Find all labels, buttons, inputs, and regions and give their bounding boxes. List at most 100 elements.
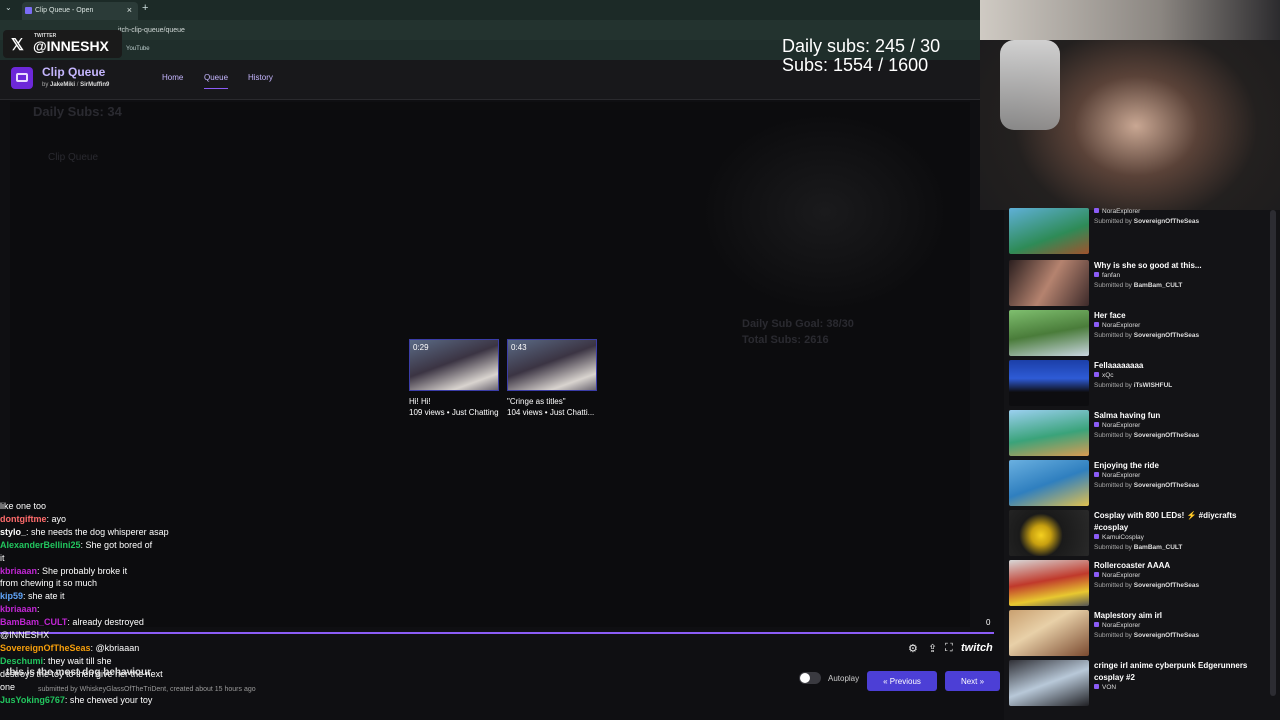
next-label: Next bbox=[960, 677, 978, 686]
autoplay-toggle[interactable] bbox=[799, 672, 821, 684]
by-label: by bbox=[42, 82, 49, 88]
clip-card[interactable]: 0:29 Hi! Hi! 109 views • Just Chatting bbox=[409, 339, 499, 417]
chat-text: : @kbriaaan bbox=[90, 642, 140, 653]
clip-meta: 109 views • Just Chatting bbox=[409, 408, 499, 417]
queue-thumbnail[interactable] bbox=[1009, 560, 1089, 606]
submitted-by-label: Submitted by bbox=[1094, 432, 1132, 439]
submitter-name: SovereignOfTheSeas bbox=[1133, 482, 1200, 489]
chat-username[interactable]: BamBam_CULT bbox=[0, 617, 67, 627]
submitter-name: SovereignOfTheSeas bbox=[1133, 432, 1200, 439]
share-icon[interactable]: ⇪ bbox=[928, 642, 937, 655]
close-tab-icon[interactable]: × bbox=[127, 5, 132, 15]
sidebar-scrollbar[interactable] bbox=[1270, 210, 1276, 696]
queue-item[interactable]: Cosplay with 800 LEDs! ⚡ #diycrafts #cos… bbox=[1009, 510, 1269, 558]
new-tab-icon[interactable]: + bbox=[142, 2, 148, 14]
queue-item[interactable]: cringe irl anime cyberpunk Edgerunners c… bbox=[1009, 660, 1269, 708]
chat-username[interactable]: dontgiftme bbox=[0, 514, 47, 524]
twitter-handle: @INNESHX bbox=[33, 38, 109, 54]
queue-thumbnail[interactable] bbox=[1009, 260, 1089, 306]
chat-message: it bbox=[0, 552, 240, 565]
queue-item[interactable]: Her face NoraExplorer Submitted by Soverei… bbox=[1009, 310, 1269, 358]
chat-username[interactable]: JusYoking6767 bbox=[0, 695, 65, 705]
chat-text: : she ate it bbox=[23, 591, 65, 602]
queue-item[interactable]: Salma having fun NoraExplorer Submitted by… bbox=[1009, 410, 1269, 458]
clip-meta: 104 views • Just Chatti... bbox=[507, 408, 595, 417]
chat-text: @INNESHX bbox=[0, 630, 50, 641]
queue-author-name: xQc bbox=[1102, 372, 1114, 379]
chat-message: @INNESHX bbox=[0, 629, 240, 642]
queue-author: NoraExplorer bbox=[1094, 322, 1140, 329]
chat-username[interactable]: stylo_ bbox=[0, 527, 26, 537]
chat-message: stylo_: she needs the dog whisperer asap bbox=[0, 526, 240, 539]
chat-text: from chewing it so much bbox=[0, 578, 98, 589]
next-button[interactable]: Next » bbox=[945, 671, 1000, 691]
queue-item[interactable]: Maplestory aim irl NoraExplorer Submitted … bbox=[1009, 610, 1269, 658]
queue-thumbnail[interactable] bbox=[1009, 208, 1089, 254]
queue-thumbnail[interactable] bbox=[1009, 510, 1089, 556]
twitch-icon bbox=[1094, 534, 1099, 539]
queue-author-name: NoraExplorer bbox=[1102, 422, 1141, 429]
queue-thumbnail[interactable] bbox=[1009, 610, 1089, 656]
chat-message: BamBam_CULT: already destroyed bbox=[0, 616, 240, 629]
queue-submitter: Submitted by SovereignOfTheSeas bbox=[1094, 332, 1199, 339]
ghost-total: Total Subs: 2616 bbox=[742, 334, 829, 346]
clip-duration: 0:29 bbox=[413, 343, 429, 352]
queue-author: fanfan bbox=[1094, 272, 1120, 279]
queue-submitter: Submitted by SovereignOfTheSeas bbox=[1094, 582, 1199, 589]
nav-home[interactable]: Home bbox=[162, 73, 183, 82]
ghost-daily-subs: Daily Subs: 34 bbox=[33, 104, 122, 119]
author-jakemiki[interactable]: JakeMiki bbox=[50, 82, 75, 88]
twitch-icon bbox=[1094, 208, 1099, 213]
queue-thumbnail[interactable] bbox=[1009, 310, 1089, 356]
tab-list-icon[interactable]: ⌄ bbox=[5, 3, 12, 12]
chat-username[interactable]: AlexanderBellini25 bbox=[0, 540, 81, 550]
previous-label: Previous bbox=[889, 677, 921, 686]
submitted-by-label: Submitted by bbox=[1094, 218, 1132, 225]
queue-thumbnail[interactable] bbox=[1009, 660, 1089, 706]
nav-queue[interactable]: Queue bbox=[204, 73, 229, 89]
submitted-by-label: Submitted by bbox=[1094, 582, 1132, 589]
chat-username[interactable]: SovereignOfTheSeas bbox=[0, 643, 91, 653]
url-text[interactable]: itch-clip-queue/queue bbox=[118, 27, 185, 34]
clip-thumbnail[interactable]: 0:43 bbox=[507, 339, 597, 391]
settings-gear-icon[interactable]: ⚙ bbox=[908, 642, 918, 655]
fullscreen-icon[interactable]: ⛶ bbox=[945, 642, 953, 655]
author-sirmuffin[interactable]: SirMuffin9 bbox=[80, 82, 109, 88]
twitch-logo[interactable]: twitch bbox=[961, 642, 993, 654]
twitch-icon bbox=[1094, 684, 1099, 689]
chat-username[interactable]: kip59 bbox=[0, 591, 23, 601]
queue-item[interactable]: Why is she so good at this... fanfan Submi… bbox=[1009, 260, 1269, 308]
chat-message: dontgiftme: ayo bbox=[0, 513, 240, 526]
queue-item[interactable]: Fellaaaaaaaa xQc Submitted by iTsWISHFUL bbox=[1009, 360, 1269, 408]
queue-item[interactable]: NoraExplorer Submitted by SovereignOfTheS… bbox=[1009, 208, 1269, 256]
browser-tab[interactable]: Clip Queue - Open × bbox=[22, 2, 138, 20]
submitter-name: BamBam_CULT bbox=[1133, 544, 1183, 551]
clip-duration: 0:43 bbox=[511, 343, 527, 352]
previous-button[interactable]: « Previous bbox=[867, 671, 937, 691]
chat-username[interactable]: kbriaaan bbox=[0, 604, 37, 614]
queue-title: Fellaaaaaaaa bbox=[1094, 361, 1144, 370]
queue-author: NoraExplorer bbox=[1094, 208, 1140, 215]
queue-item[interactable]: Enjoying the ride NoraExplorer Submitted b… bbox=[1009, 460, 1269, 508]
queue-submitter: Submitted by BamBam_CULT bbox=[1094, 544, 1182, 551]
queue-thumbnail[interactable] bbox=[1009, 410, 1089, 456]
queue-title: Why is she so good at this... bbox=[1094, 261, 1202, 270]
nav-history[interactable]: History bbox=[248, 73, 273, 82]
queue-submitter: Submitted by SovereignOfTheSeas bbox=[1094, 432, 1199, 439]
submitter-name: BamBam_CULT bbox=[1133, 282, 1183, 289]
app-title: Clip Queue bbox=[42, 65, 106, 79]
chat-username[interactable]: Deschumi bbox=[0, 656, 43, 666]
chat-username[interactable]: kbriaaan bbox=[0, 566, 37, 576]
chat-message: like one too bbox=[0, 500, 240, 513]
clip-thumbnail[interactable]: 0:29 bbox=[409, 339, 499, 391]
bookmark-youtube[interactable]: YouTube bbox=[126, 46, 150, 52]
queue-submitter: Submitted by SovereignOfTheSeas bbox=[1094, 632, 1199, 639]
queue-thumbnail[interactable] bbox=[1009, 360, 1089, 406]
daily-subs-counter: Daily subs: 245 / 30 bbox=[782, 36, 941, 56]
app-byline: by JakeMiki / SirMuffin9 bbox=[42, 82, 110, 88]
queue-item[interactable]: Rollercoaster AAAA NoraExplorer Submitted … bbox=[1009, 560, 1269, 608]
clip-card[interactable]: 0:43 "Cringe as titles" 104 views • Just… bbox=[507, 339, 597, 417]
queue-thumbnail[interactable] bbox=[1009, 460, 1089, 506]
webcam-background bbox=[980, 0, 1280, 40]
toggle-knob bbox=[800, 673, 810, 683]
